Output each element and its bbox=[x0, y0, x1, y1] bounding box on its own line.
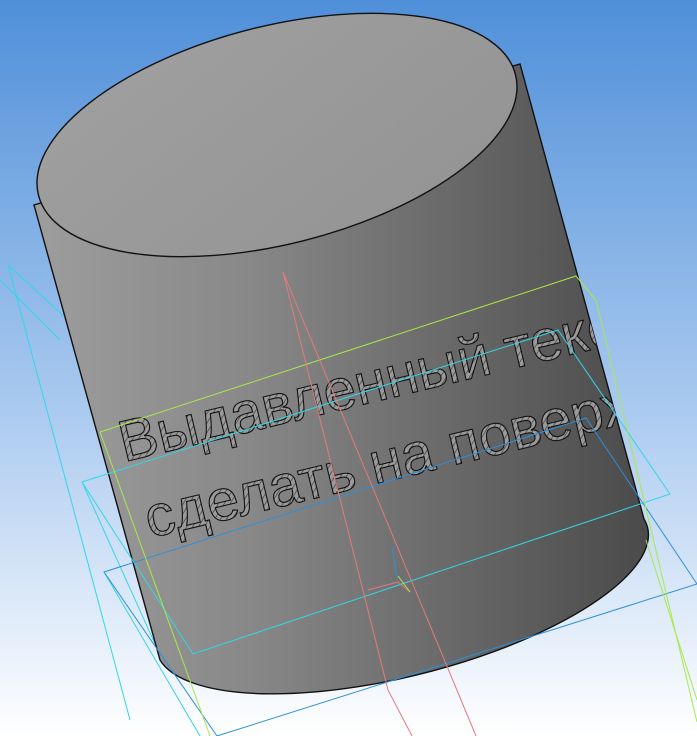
3d-viewport[interactable]: Выдавленный текст сделать на поверх bbox=[0, 0, 697, 736]
model-scene[interactable]: Выдавленный текст сделать на поверх bbox=[0, 0, 697, 736]
